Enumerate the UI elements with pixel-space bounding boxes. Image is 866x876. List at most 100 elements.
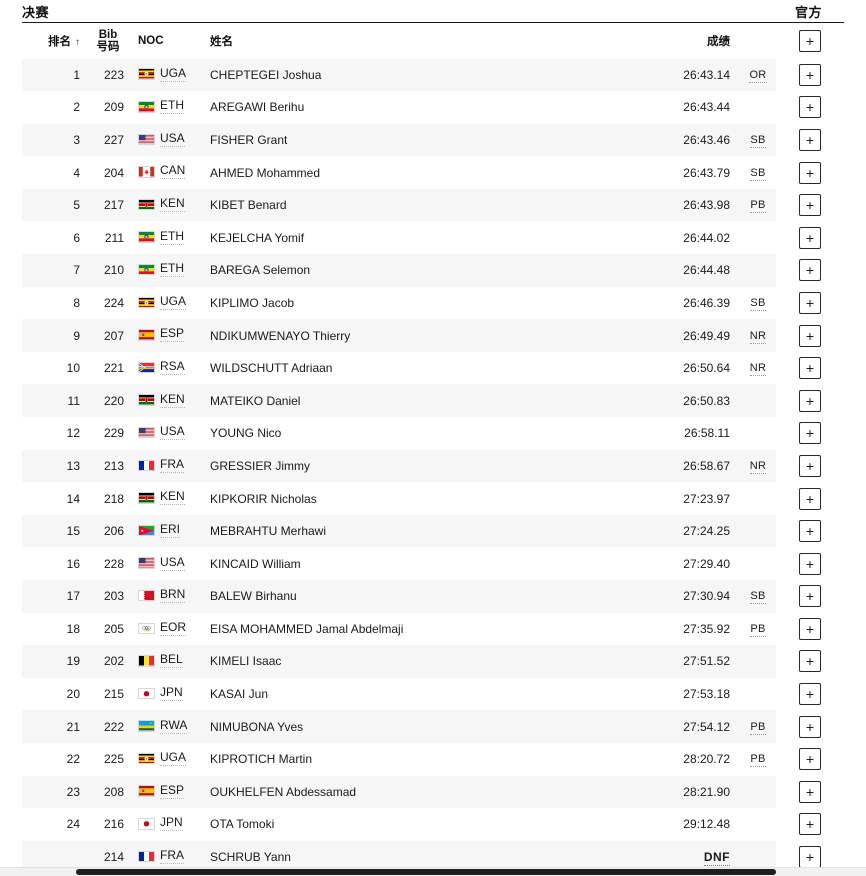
expand-row-button[interactable]: + [799,650,821,673]
cell-athlete-name[interactable]: FISHER Grant [192,123,622,157]
cell-bib: 209 [103,100,124,115]
cell-result: 27:53.18 [683,687,730,702]
expand-row-button[interactable]: + [799,324,821,347]
expand-row-button[interactable]: + [799,846,821,869]
table-row[interactable]: 16 228 USA KINCAID William 27:29.40 + [22,547,844,580]
cell-rank: 20 [66,687,80,702]
expand-row-button[interactable]: + [799,552,821,575]
cell-rank: 17 [22,580,86,613]
cell-expand: + [776,91,844,124]
horizontal-scrollbar[interactable] [0,867,866,876]
cell-result: 26:58.67 [622,449,740,483]
expand-row-button[interactable]: + [799,291,821,314]
table-row[interactable]: 8 224 UGA KIPLIMO Jacob 26:46.39 SB + [22,287,844,320]
expand-row-button[interactable]: + [799,454,821,477]
table-row[interactable]: 7 210 ETH BAREGA Selemon 26:44.48 + [22,254,844,287]
table-row[interactable]: 9 207 ESP NDIKUMWENAYO Thierry 26:49.49 NR + [22,319,844,352]
cell-expand: + [776,808,844,841]
cell-athlete-name[interactable]: KIBET Benard [192,188,622,222]
cell-athlete-name[interactable]: KASAI Jun [192,678,622,711]
cell-athlete-name[interactable]: EISA MOHAMMED Jamal Abdelmaji [192,613,622,646]
expand-row-button[interactable]: + [799,585,821,608]
expand-row-button[interactable]: + [799,748,821,771]
table-row[interactable]: 10 221 RSA WILDSCHUTT Adriaan 26:50.64 NR + [22,352,844,385]
cell-athlete-name[interactable]: KIPLIMO Jacob [192,287,622,320]
table-row[interactable]: 11 220 KEN MATEIKO Daniel 26:50.83 + [22,384,844,418]
table-row[interactable]: 5 217 KEN KIBET Benard 26:43.98 PB + [22,188,844,222]
table-row[interactable]: 15 206 ERI MEBRAHTU Merhawi 27:24.25 + [22,514,844,548]
expand-row-button[interactable]: + [799,63,821,86]
expand-row-button[interactable]: + [799,357,821,380]
cell-expand: + [776,515,844,548]
expand-row-button[interactable]: + [799,715,821,738]
cell-athlete-name[interactable]: OUKHELFEN Abdessamad [192,775,622,809]
expand-row-button[interactable]: + [799,128,821,151]
table-row[interactable]: 19 202 BEL KIMELI Isaac 27:51.52 + [22,645,844,678]
cell-athlete-name[interactable]: OTA Tomoki [192,808,622,841]
expand-row-button[interactable]: + [799,161,821,184]
expand-row-button[interactable]: + [799,259,821,282]
table-row[interactable]: 24 216 JPN OTA Tomoki 29:12.48 + [22,808,844,841]
cell-athlete-name[interactable]: NIMUBONA Yves [192,710,622,743]
cell-athlete-name[interactable]: KIPKORIR Nicholas [192,482,622,515]
column-header-result[interactable]: 成绩 [622,22,740,59]
cell-athlete-name[interactable]: BALEW Birhanu [192,580,622,613]
expand-row-button[interactable]: + [799,520,821,543]
table-row[interactable]: 20 215 JPN KASAI Jun 27:53.18 + [22,678,844,711]
table-head: 排名 ↑ Bib 号码 NOC 姓名 成绩 + [22,22,844,59]
expand-row-button[interactable]: + [799,194,821,217]
result-mark-badge: PB [750,720,766,735]
column-header-name[interactable]: 姓名 [192,22,622,59]
table-row[interactable]: 6 211 ETH KEJELCHA Yomif 26:44.02 + [22,221,844,254]
sort-ascending-icon[interactable]: ↑ [75,37,80,48]
column-header-bib[interactable]: Bib 号码 [86,22,130,59]
cell-expand: + [776,645,844,678]
table-row[interactable]: 14 218 KEN KIPKORIR Nicholas 27:23.97 + [22,482,844,515]
cell-athlete-name[interactable]: AREGAWI Berihu [192,91,622,124]
table-row[interactable]: 18 205 EOR EISA MOHAMMED Jamal Abdelmaji 27… [22,613,844,646]
cell-athlete-name[interactable]: KEJELCHA Yomif [192,221,622,254]
table-row[interactable]: 4 204 CAN AHMED Mohammed 26:43.79 SB + [22,156,844,189]
expand-all-button[interactable]: + [799,29,821,52]
table-row[interactable]: 13 213 FRA GRESSIER Jimmy 26:58.67 NR + [22,449,844,483]
cell-result: 26:49.49 [622,319,740,352]
table-row[interactable]: 1 223 UGA CHEPTEGEI Joshua 26:43.14 OR + [22,58,844,92]
table-row[interactable]: 22 225 UGA KIPROTICH Martin 28:20.72 PB + [22,743,844,776]
column-header-rank[interactable]: 排名 ↑ [22,22,86,59]
column-header-noc[interactable]: NOC [130,22,192,59]
expand-row-button[interactable]: + [799,226,821,249]
cell-bib: 229 [103,426,124,441]
expand-row-button[interactable]: + [799,389,821,412]
expand-row-button[interactable]: + [799,96,821,119]
table-row[interactable]: 21 222 RWA NIMUBONA Yves 27:54.12 PB + [22,710,844,743]
expand-row-button[interactable]: + [799,813,821,836]
cell-result: 26:50.83 [622,384,740,418]
cell-athlete-name[interactable]: MATEIKO Daniel [192,384,622,418]
expand-row-button[interactable]: + [799,487,821,510]
cell-rank: 21 [22,710,86,743]
expand-row-button[interactable]: + [799,683,821,706]
table-row[interactable]: 17 203 BRN BALEW Birhanu 27:30.94 SB + [22,580,844,613]
expand-row-button[interactable]: + [799,422,821,445]
horizontal-scrollbar-thumb[interactable] [76,869,776,875]
table-row[interactable]: 23 208 ESP OUKHELFEN Abdessamad 28:21.90 + [22,775,844,809]
cell-athlete-name[interactable]: YOUNG Nico [192,417,622,450]
table-row[interactable]: 12 229 USA YOUNG Nico 26:58.11 + [22,417,844,450]
cell-athlete-name[interactable]: KIPROTICH Martin [192,743,622,776]
cell-athlete-name[interactable]: BAREGA Selemon [192,254,622,287]
cell-athlete-name[interactable]: WILDSCHUTT Adriaan [192,352,622,385]
cell-athlete-name[interactable]: CHEPTEGEI Joshua [192,58,622,92]
cell-athlete-name[interactable]: NDIKUMWENAYO Thierry [192,319,622,352]
cell-rank: 19 [22,645,86,678]
table-row[interactable]: 3 227 USA FISHER Grant 26:43.46 SB + [22,123,844,157]
cell-athlete-name[interactable]: AHMED Mohammed [192,156,622,189]
table-row[interactable]: 2 209 ETH AREGAWI Berihu 26:43.44 + [22,91,844,124]
cell-athlete-name[interactable]: MEBRAHTU Merhawi [192,514,622,548]
noc-group: FRA [138,848,184,864]
expand-row-button[interactable]: + [799,617,821,640]
cell-athlete-name[interactable]: KINCAID William [192,547,622,580]
expand-row-button[interactable]: + [799,780,821,803]
cell-athlete-name[interactable]: GRESSIER Jimmy [192,449,622,483]
cell-athlete-name[interactable]: KIMELI Isaac [192,645,622,678]
flag-rsa-icon [138,361,155,374]
